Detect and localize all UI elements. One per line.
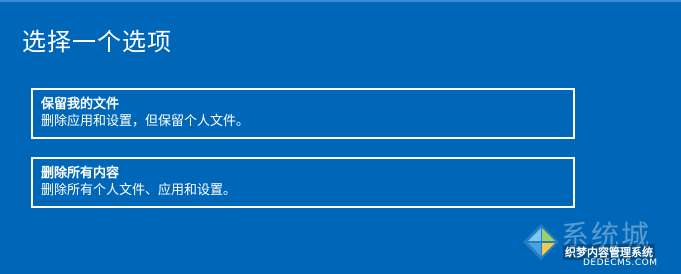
option-description: 删除应用和设置，但保留个人文件。 xyxy=(41,114,250,129)
option-description: 删除所有个人文件、应用和设置。 xyxy=(41,183,237,198)
keep-my-files-option[interactable]: 保留我的文件 删除应用和设置，但保留个人文件。 xyxy=(31,88,575,139)
dialog-title: 选择一个选项 xyxy=(22,28,172,56)
option-title: 保留我的文件 xyxy=(41,97,120,112)
reset-dialog: 选择一个选项 保留我的文件 删除应用和设置，但保留个人文件。 删除所有内容 删除… xyxy=(0,0,681,274)
option-title: 删除所有内容 xyxy=(41,166,120,181)
remove-everything-option[interactable]: 删除所有内容 删除所有个人文件、应用和设置。 xyxy=(31,157,575,208)
